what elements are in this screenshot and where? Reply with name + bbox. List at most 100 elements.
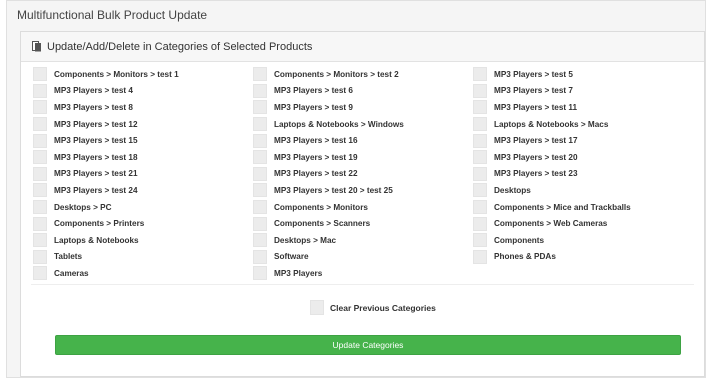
update-categories-button[interactable]: Update Categories bbox=[55, 335, 681, 355]
category-label: Components > Web Cameras bbox=[494, 219, 608, 229]
category-checkbox[interactable] bbox=[473, 166, 487, 181]
category-item[interactable]: Software bbox=[253, 249, 473, 266]
category-checkbox[interactable] bbox=[33, 233, 47, 248]
category-label: MP3 Players > test 24 bbox=[54, 185, 138, 195]
page-title: Multifunctional Bulk Product Update bbox=[17, 8, 208, 22]
category-item[interactable]: MP3 Players > test 4 bbox=[33, 83, 253, 100]
category-checkbox[interactable] bbox=[33, 83, 47, 98]
clear-previous-label: Clear Previous Categories bbox=[330, 302, 436, 313]
category-label: MP3 Players > test 20 > test 25 bbox=[274, 185, 393, 195]
category-checkbox[interactable] bbox=[33, 100, 47, 115]
category-item[interactable]: Laptops & Notebooks bbox=[33, 232, 253, 249]
category-item[interactable]: MP3 Players > test 20 > test 25 bbox=[253, 182, 473, 199]
category-checkbox[interactable] bbox=[473, 100, 487, 115]
category-item[interactable]: Desktops > PC bbox=[33, 199, 253, 216]
category-item[interactable]: MP3 Players > test 11 bbox=[473, 99, 693, 116]
category-item[interactable]: MP3 Players > test 21 bbox=[33, 166, 253, 183]
category-label: Laptops & Notebooks > Macs bbox=[494, 119, 609, 129]
divider bbox=[31, 284, 694, 285]
category-checkbox[interactable] bbox=[473, 150, 487, 165]
category-item[interactable]: MP3 Players > test 15 bbox=[33, 132, 253, 149]
category-item[interactable]: MP3 Players > test 17 bbox=[473, 132, 693, 149]
category-item[interactable]: MP3 Players > test 22 bbox=[253, 166, 473, 183]
category-label: Components > Printers bbox=[54, 219, 145, 229]
category-item[interactable]: Tablets bbox=[33, 249, 253, 266]
category-label: Components > Monitors > test 1 bbox=[54, 69, 179, 79]
category-checkbox[interactable] bbox=[473, 216, 487, 231]
category-item[interactable]: MP3 Players > test 20 bbox=[473, 149, 693, 166]
category-checkbox[interactable] bbox=[473, 133, 487, 148]
category-item[interactable]: Cameras bbox=[33, 265, 253, 282]
category-item[interactable]: Components bbox=[473, 232, 693, 249]
category-label: Desktops > Mac bbox=[274, 235, 337, 245]
category-item[interactable]: Components > Mice and Trackballs bbox=[473, 199, 693, 216]
category-label: Phones & PDAs bbox=[494, 252, 556, 262]
category-checkbox[interactable] bbox=[253, 150, 267, 165]
category-item[interactable]: Components > Monitors > test 1 bbox=[33, 66, 253, 83]
category-checkbox[interactable] bbox=[253, 216, 267, 231]
category-checkbox[interactable] bbox=[253, 183, 267, 198]
category-item[interactable]: MP3 Players > test 8 bbox=[33, 99, 253, 116]
category-item[interactable]: MP3 Players bbox=[253, 265, 473, 282]
category-checkbox[interactable] bbox=[33, 133, 47, 148]
clear-previous-option[interactable]: Clear Previous Categories bbox=[310, 300, 436, 315]
category-checkbox[interactable] bbox=[473, 67, 487, 82]
category-label: MP3 Players bbox=[274, 268, 323, 278]
category-label: MP3 Players > test 20 bbox=[494, 152, 578, 162]
category-label: Laptops & Notebooks > Windows bbox=[274, 119, 404, 129]
category-item[interactable]: Laptops & Notebooks > Macs bbox=[473, 116, 693, 133]
category-checkbox[interactable] bbox=[253, 133, 267, 148]
category-item[interactable]: MP3 Players > test 5 bbox=[473, 66, 693, 83]
category-checkbox[interactable] bbox=[253, 233, 267, 248]
category-checkbox[interactable] bbox=[473, 183, 487, 198]
category-checkbox[interactable] bbox=[33, 266, 47, 281]
category-label: MP3 Players > test 12 bbox=[54, 119, 138, 129]
category-checkbox[interactable] bbox=[33, 249, 47, 264]
category-checkbox[interactable] bbox=[473, 233, 487, 248]
category-label: MP3 Players > test 21 bbox=[54, 169, 138, 179]
category-item[interactable]: MP3 Players > test 24 bbox=[33, 182, 253, 199]
category-checkbox[interactable] bbox=[253, 266, 267, 281]
category-item[interactable]: MP3 Players > test 23 bbox=[473, 166, 693, 183]
category-checkbox[interactable] bbox=[33, 200, 47, 215]
category-checkbox[interactable] bbox=[473, 249, 487, 264]
category-item[interactable]: Components > Scanners bbox=[253, 215, 473, 232]
category-checkbox[interactable] bbox=[253, 83, 267, 98]
panel-heading: Update/Add/Delete in Categories of Selec… bbox=[47, 40, 313, 53]
category-checkbox[interactable] bbox=[33, 183, 47, 198]
category-checkbox[interactable] bbox=[473, 200, 487, 215]
category-checkbox[interactable] bbox=[253, 200, 267, 215]
category-checkbox[interactable] bbox=[473, 83, 487, 98]
category-checkbox[interactable] bbox=[33, 166, 47, 181]
category-item[interactable]: MP3 Players > test 6 bbox=[253, 83, 473, 100]
category-item[interactable]: MP3 Players > test 16 bbox=[253, 132, 473, 149]
category-checkbox[interactable] bbox=[253, 166, 267, 181]
category-checkbox[interactable] bbox=[33, 150, 47, 165]
category-item[interactable]: MP3 Players > test 18 bbox=[33, 149, 253, 166]
category-item[interactable]: MP3 Players > test 7 bbox=[473, 83, 693, 100]
category-checkbox[interactable] bbox=[253, 249, 267, 264]
category-label: MP3 Players > test 6 bbox=[274, 86, 353, 96]
category-checkbox[interactable] bbox=[473, 117, 487, 132]
category-checkbox[interactable] bbox=[33, 216, 47, 231]
category-checkbox[interactable] bbox=[253, 67, 267, 82]
category-label: Tablets bbox=[54, 252, 83, 262]
category-label: Software bbox=[274, 252, 309, 262]
category-item[interactable]: Components > Printers bbox=[33, 215, 253, 232]
category-item[interactable]: Desktops > Mac bbox=[253, 232, 473, 249]
category-item[interactable]: Components > Monitors > test 2 bbox=[253, 66, 473, 83]
category-item[interactable]: Laptops & Notebooks > Windows bbox=[253, 116, 473, 133]
category-checkbox[interactable] bbox=[253, 117, 267, 132]
category-item[interactable]: MP3 Players > test 19 bbox=[253, 149, 473, 166]
category-item[interactable]: MP3 Players > test 9 bbox=[253, 99, 473, 116]
category-item[interactable]: MP3 Players > test 12 bbox=[33, 116, 253, 133]
clear-previous-checkbox[interactable] bbox=[310, 300, 324, 315]
category-checkbox[interactable] bbox=[33, 67, 47, 82]
category-checkbox[interactable] bbox=[253, 100, 267, 115]
categories-panel: Update/Add/Delete in Categories of Selec… bbox=[20, 31, 705, 377]
category-checkbox[interactable] bbox=[33, 117, 47, 132]
category-item[interactable]: Components > Web Cameras bbox=[473, 215, 693, 232]
category-item[interactable]: Components > Monitors bbox=[253, 199, 473, 216]
category-item[interactable]: Phones & PDAs bbox=[473, 249, 693, 266]
category-item[interactable]: Desktops bbox=[473, 182, 693, 199]
